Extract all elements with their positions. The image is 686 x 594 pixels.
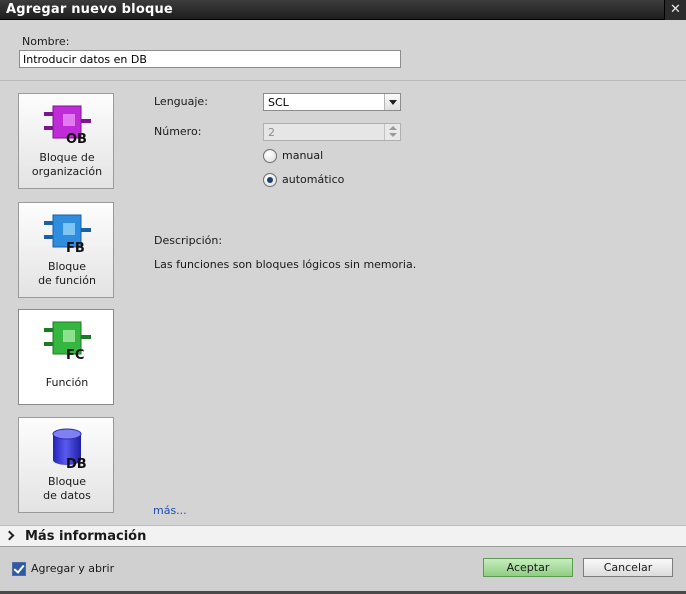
db-label-line2: de datos <box>43 489 91 502</box>
add-and-open-checkbox[interactable] <box>12 562 26 576</box>
number-value: 2 <box>268 126 275 139</box>
fc-block-icon: FC <box>41 320 93 363</box>
radio-manual-label: manual <box>282 149 324 162</box>
fc-badge: FC <box>66 348 84 362</box>
more-info-bar[interactable]: Más información <box>0 525 686 547</box>
name-section: Nombre: <box>0 20 686 81</box>
ok-button[interactable]: Aceptar <box>483 558 573 577</box>
block-type-db-button[interactable]: DB Bloque de datos <box>18 417 114 513</box>
radio-automatic-circle[interactable] <box>263 173 277 187</box>
language-select[interactable]: SCL <box>263 93 401 111</box>
radio-automatic-label: automático <box>282 173 345 186</box>
ob-label-line2: organización <box>31 165 103 178</box>
name-input[interactable] <box>19 50 401 68</box>
block-type-fb-button[interactable]: FB Bloque de función <box>18 202 114 298</box>
stepper-arrows-icon <box>384 124 400 140</box>
close-icon[interactable]: ✕ <box>664 0 686 20</box>
name-label: Nombre: <box>22 35 70 48</box>
ob-block-icon: OB <box>41 104 93 147</box>
fb-badge: FB <box>66 241 85 255</box>
radio-manual-circle[interactable] <box>263 149 277 163</box>
description-title: Descripción: <box>154 234 223 247</box>
more-info-label: Más información <box>25 529 147 544</box>
dialog-footer: Agregar y abrir Aceptar Cancelar <box>0 547 686 594</box>
block-type-fc-button[interactable]: FC Función <box>18 309 114 405</box>
fb-label-line1: Bloque <box>47 260 87 273</box>
ob-badge: OB <box>66 132 87 146</box>
ob-label-line1: Bloque de <box>39 151 95 164</box>
db-label-line1: Bloque <box>47 475 87 488</box>
db-cylinder-icon: DB <box>41 428 93 472</box>
fb-label-line2: de función <box>38 274 96 287</box>
more-link[interactable]: más... <box>153 504 187 517</box>
block-type-ob-button[interactable]: OB Bloque de organización <box>18 93 114 189</box>
title-bar: Agregar nuevo bloque ✕ <box>0 0 686 20</box>
chevron-right-icon[interactable] <box>4 530 15 541</box>
number-label: Número: <box>154 125 202 138</box>
language-value: SCL <box>268 96 289 109</box>
language-label: Lenguaje: <box>154 95 208 108</box>
description-text: Las funciones son bloques lógicos sin me… <box>154 258 417 271</box>
add-and-open-label: Agregar y abrir <box>31 562 115 575</box>
window-title: Agregar nuevo bloque <box>6 2 173 17</box>
fb-block-icon: FB <box>41 213 93 256</box>
db-badge: DB <box>66 457 87 470</box>
main-panel: OB Bloque de organización FB Bloque de f… <box>0 82 686 525</box>
number-stepper: 2 <box>263 123 401 141</box>
fc-label-line1: Función <box>45 376 89 389</box>
chevron-down-icon[interactable] <box>384 94 400 110</box>
cancel-button[interactable]: Cancelar <box>583 558 673 577</box>
